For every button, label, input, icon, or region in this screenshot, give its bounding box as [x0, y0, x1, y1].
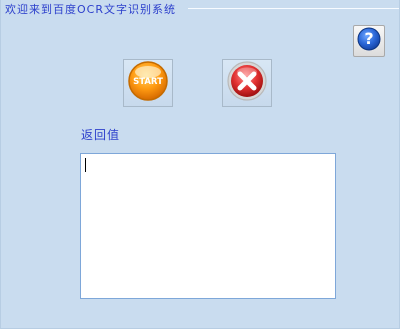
close-button[interactable] [222, 59, 272, 107]
app-window: 欢迎来到百度OCR文字识别系统 ? START 返回值 [0, 0, 400, 329]
window-title: 欢迎来到百度OCR文字识别系统 [5, 3, 176, 16]
start-orb-icon: START [126, 60, 170, 106]
title-bar: 欢迎来到百度OCR文字识别系统 [5, 0, 176, 18]
close-x-icon [225, 60, 269, 106]
return-value-textarea[interactable] [80, 153, 336, 299]
text-caret [85, 158, 86, 172]
help-question-icon: ? [357, 27, 381, 55]
title-divider [188, 8, 399, 9]
svg-text:?: ? [364, 29, 373, 48]
return-value-label: 返回值 [81, 128, 121, 142]
start-button[interactable]: START [123, 59, 173, 107]
start-button-label: START [133, 77, 163, 87]
help-button[interactable]: ? [353, 25, 385, 57]
